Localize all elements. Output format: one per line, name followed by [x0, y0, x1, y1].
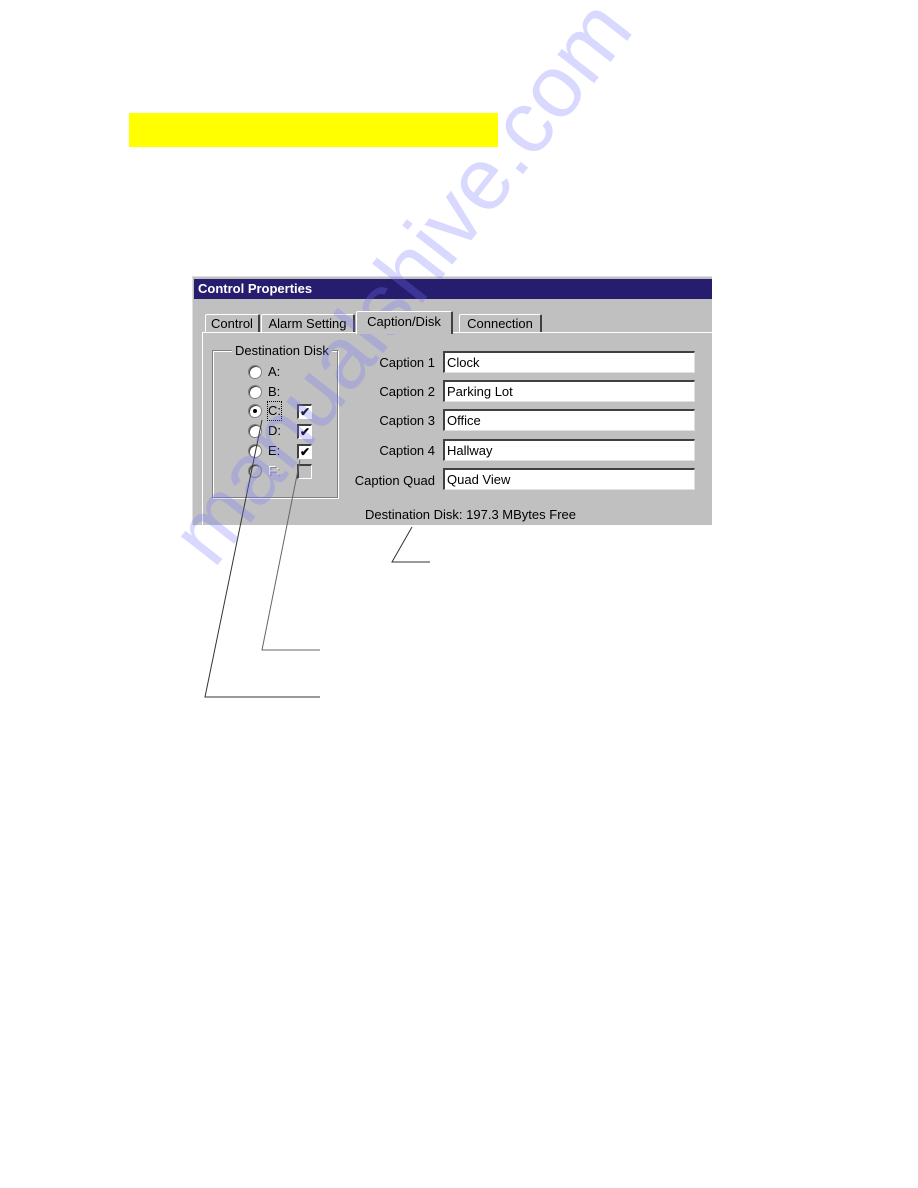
tab-caption-disk[interactable]: Caption/Disk [356, 311, 453, 334]
callout-free-space [391, 526, 430, 563]
